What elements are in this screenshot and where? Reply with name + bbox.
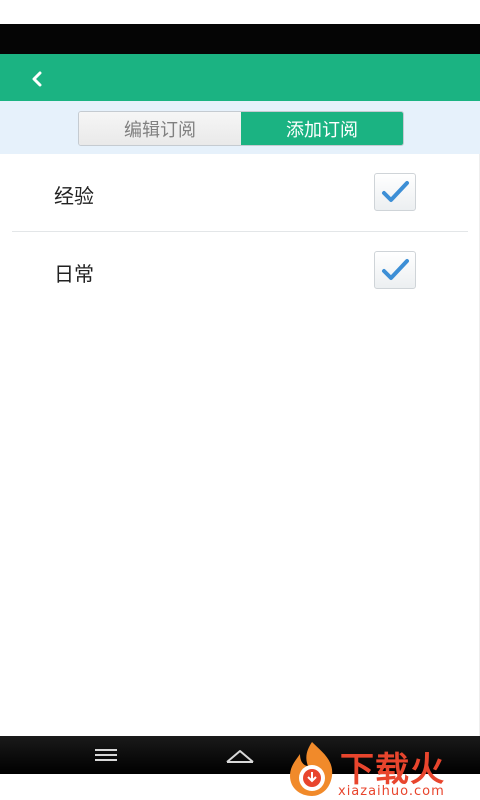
list-item[interactable]: 日常	[0, 232, 480, 310]
back-button[interactable]	[22, 62, 56, 94]
watermark: 下载火 xiazaihuo.com	[282, 738, 480, 800]
subscription-list: 经验 日常	[0, 154, 480, 310]
menu-icon	[95, 749, 117, 761]
tab-area: 编辑订阅 添加订阅	[0, 101, 480, 154]
app-bar	[0, 54, 480, 101]
watermark-url: xiazaihuo.com	[338, 784, 445, 799]
menu-button[interactable]	[86, 742, 126, 768]
tab-edit-subscription[interactable]: 编辑订阅	[79, 112, 241, 145]
home-button[interactable]	[220, 742, 260, 768]
checkmark-icon	[382, 259, 409, 280]
list-item-label: 日常	[54, 262, 94, 286]
tab-add-subscription[interactable]: 添加订阅	[241, 112, 403, 145]
chevron-left-icon	[32, 71, 42, 87]
top-margin	[0, 0, 480, 24]
checkmark-icon	[382, 181, 409, 202]
list-item-label: 经验	[54, 184, 94, 208]
subscription-tabs: 编辑订阅 添加订阅	[78, 111, 404, 146]
subscribe-checkbox[interactable]	[374, 251, 416, 289]
flame-logo-icon	[290, 742, 333, 796]
status-bar	[0, 24, 480, 54]
home-icon	[226, 750, 254, 763]
list-item[interactable]: 经验	[0, 154, 480, 232]
app-screen: 编辑订阅 添加订阅 经验 日常 下载火 xiazaihuo.com	[0, 0, 480, 800]
subscribe-checkbox[interactable]	[374, 173, 416, 211]
